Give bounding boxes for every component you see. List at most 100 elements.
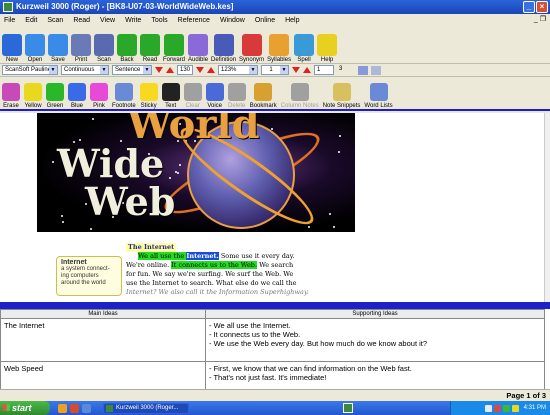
minimize-button[interactable]: _ — [523, 1, 535, 13]
supporting-ideas-cell[interactable]: - First, we know that we can find inform… — [205, 361, 545, 389]
menu-window[interactable]: Window — [220, 17, 245, 24]
syllables-button[interactable]: Syllables — [267, 27, 291, 63]
star — [62, 221, 64, 223]
document-text[interactable]: The Internet We all use the Internet. So… — [126, 243, 366, 297]
taskbar-app-icon[interactable] — [343, 403, 353, 413]
menu-help[interactable]: Help — [285, 17, 299, 24]
yellow-button[interactable]: Yellow — [24, 77, 42, 109]
synonym-button[interactable]: Synonym — [239, 27, 264, 63]
taskbar: start Kurzweil 3000 (Roger... 4:31 PM — [0, 401, 550, 415]
text-button[interactable]: Text — [161, 77, 180, 109]
text-icon — [161, 83, 180, 101]
read-button[interactable]: Read — [140, 27, 160, 63]
thumbnails-icon[interactable] — [371, 65, 382, 75]
sticky-note-icon — [139, 83, 158, 101]
quick-launch-icon[interactable] — [70, 403, 79, 413]
speed-field[interactable]: 130 — [177, 65, 194, 75]
tray-icon[interactable] — [493, 404, 501, 412]
save-button[interactable]: Save — [48, 27, 68, 63]
erase-button[interactable]: Erase — [2, 77, 20, 109]
document-view[interactable]: World Wide Web Internet a system connect… — [0, 113, 550, 302]
zoom-decrease-button[interactable] — [196, 67, 205, 73]
help-button[interactable]: Help — [317, 27, 338, 63]
menu-reference[interactable]: Reference — [178, 17, 210, 24]
reading-mode-select[interactable]: Continuous ▼ — [61, 65, 109, 75]
speed-decrease-button[interactable] — [155, 67, 163, 73]
spell-button[interactable]: Spell — [294, 27, 315, 63]
forward-button[interactable]: Forward — [163, 27, 185, 63]
menu-edit[interactable]: Edit — [25, 17, 37, 24]
button-label: Yellow — [24, 103, 42, 109]
definition-button[interactable]: Definition — [211, 27, 236, 63]
close-button[interactable]: × — [536, 1, 548, 13]
column-header-main-ideas[interactable]: Main Ideas — [0, 309, 206, 319]
page-jump-field[interactable]: 1 — [314, 65, 335, 75]
sticky-button[interactable]: Sticky — [139, 77, 158, 109]
voice-button[interactable]: Voice — [205, 77, 224, 109]
button-label: Text — [165, 103, 177, 109]
delete-button: Delete — [227, 77, 246, 109]
footnote-box[interactable]: Internet a system connect-ing computers … — [56, 256, 122, 296]
table-row[interactable]: The Internet - We all use the Internet. - … — [0, 318, 545, 362]
audible-button[interactable]: Audible — [188, 27, 208, 63]
eraser-icon — [2, 83, 20, 101]
column-notes-splitter[interactable] — [0, 302, 550, 309]
menu-bar: _ ❐ File Edit Scan Read View Write Tools Refere… — [0, 14, 550, 26]
button-label: Save — [51, 57, 65, 63]
page-view-icon[interactable] — [358, 65, 369, 75]
footnote-button[interactable]: Footnote — [112, 77, 136, 109]
taskbar-item-kurzweil[interactable]: Kurzweil 3000 (Roger... — [103, 402, 189, 414]
green-button[interactable]: Green — [46, 77, 64, 109]
pink-button[interactable]: Pink — [90, 77, 108, 109]
tray-icon[interactable] — [502, 404, 510, 412]
quick-launch-icon[interactable] — [58, 403, 67, 413]
scan-button[interactable]: Scan — [94, 27, 114, 63]
button-label: Voice — [207, 103, 223, 109]
supporting-ideas-cell[interactable]: - We all use the Internet. - It connects … — [205, 318, 545, 362]
quick-launch — [58, 403, 91, 413]
table-row[interactable]: Web Speed - First, we know that we can fi… — [0, 361, 545, 389]
print-button[interactable]: Print — [71, 27, 91, 63]
note-snippets-button[interactable]: Note Snippets — [323, 77, 360, 109]
menu-scan[interactable]: Scan — [47, 17, 63, 24]
chevron-down-icon: ▼ — [280, 66, 289, 74]
main-idea-cell[interactable]: The Internet — [0, 318, 206, 362]
tray-icon[interactable] — [484, 404, 492, 412]
quick-launch-icon[interactable] — [82, 403, 91, 413]
menu-read[interactable]: Read — [73, 17, 90, 24]
page-select[interactable]: 1 ▼ — [261, 65, 290, 75]
menu-online[interactable]: Online — [255, 17, 275, 24]
footnote-icon — [114, 83, 133, 101]
zoom-increase-button[interactable] — [207, 67, 216, 73]
menu-file[interactable]: File — [4, 17, 15, 24]
word-lists-button[interactable]: Word Lists — [364, 77, 393, 109]
bookmark-button[interactable]: Bookmark — [250, 77, 277, 109]
blue-button[interactable]: Blue — [68, 77, 86, 109]
definition-icon — [213, 34, 234, 56]
button-label: Bookmark — [249, 103, 277, 109]
menu-view[interactable]: View — [100, 17, 115, 24]
menu-write[interactable]: Write — [125, 17, 141, 24]
voice-select[interactable]: ScanSoft Pauline ▼ — [2, 65, 58, 75]
speed-increase-button[interactable] — [166, 67, 174, 73]
back-button[interactable]: Back — [117, 27, 137, 63]
vertical-scrollbar[interactable] — [544, 113, 550, 302]
status-bar: Page 1 of 3 — [0, 389, 550, 401]
start-button[interactable]: start — [0, 401, 50, 415]
open-button[interactable]: Open — [25, 27, 45, 63]
page-next-button[interactable] — [303, 67, 312, 73]
text-line: for fun. We say we're surfing. We surf t… — [126, 270, 366, 279]
page-previous-button[interactable] — [292, 67, 301, 73]
text-run: Internet? We also call it the Informatio… — [126, 288, 309, 296]
new-icon — [2, 34, 22, 56]
main-idea-cell[interactable]: Web Speed — [0, 361, 206, 389]
tray-icon[interactable] — [511, 404, 519, 412]
zoom-select[interactable]: 123% ▼ — [218, 65, 259, 75]
button-label: Spell — [297, 57, 311, 63]
reading-unit-select[interactable]: Sentence ▼ — [112, 65, 152, 75]
column-notes-panel[interactable]: Main Ideas Supporting Ideas The Internet… — [0, 309, 550, 389]
mdi-controls[interactable]: _ ❐ — [534, 15, 546, 23]
menu-tools[interactable]: Tools — [151, 17, 167, 24]
new-button[interactable]: New — [2, 27, 22, 63]
column-header-supporting-ideas[interactable]: Supporting Ideas — [205, 309, 545, 319]
